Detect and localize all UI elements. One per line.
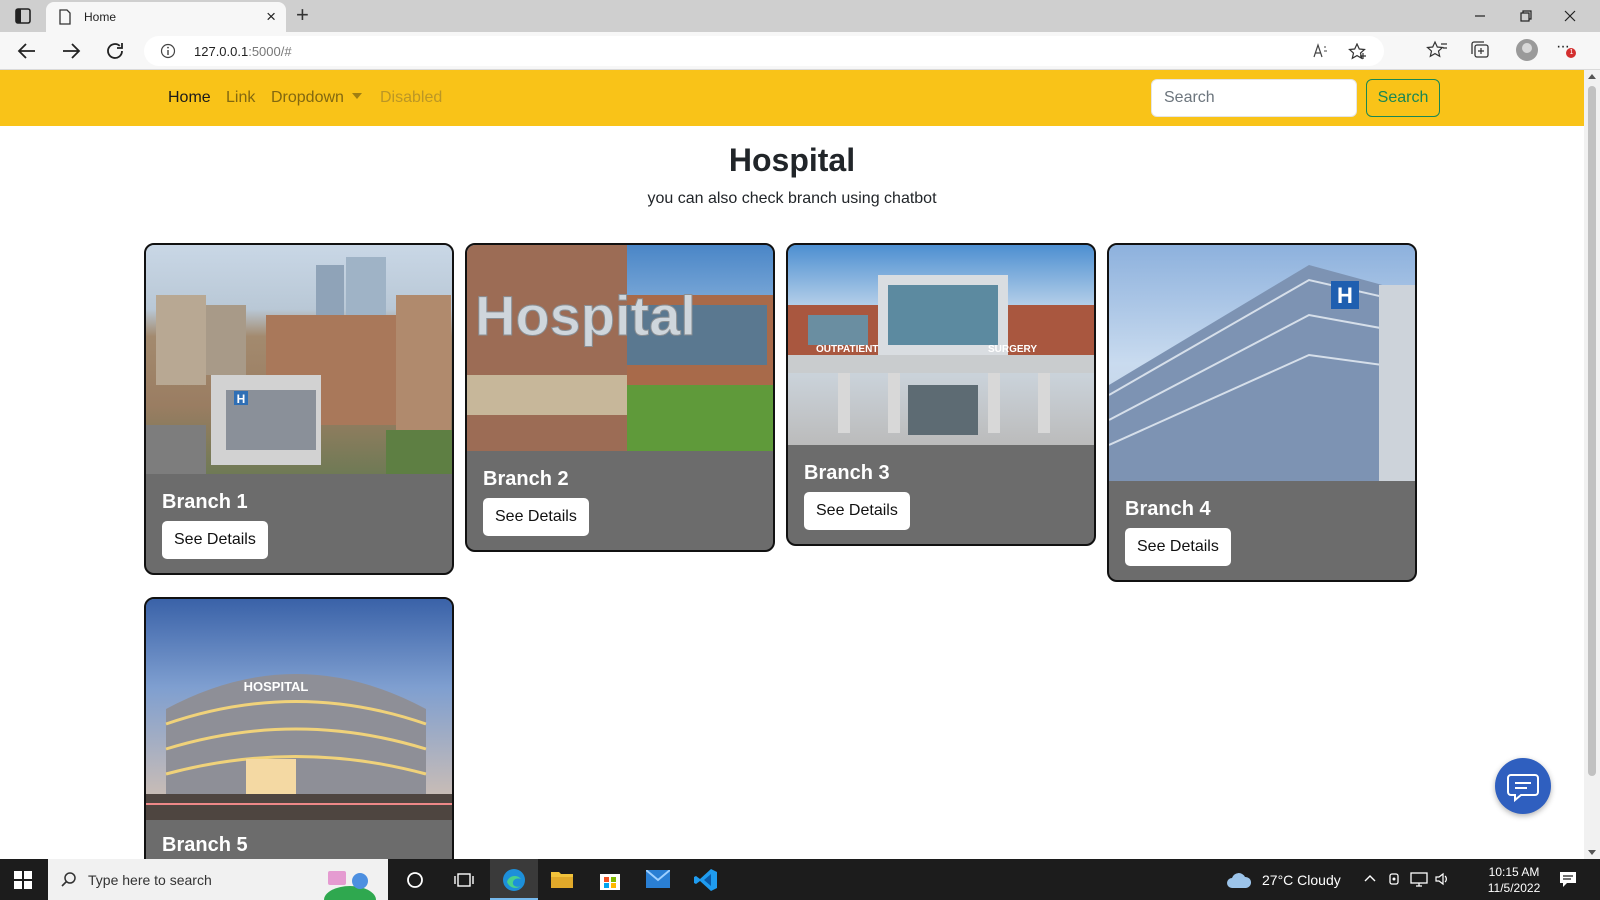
url-text[interactable]: 127.0.0.1:5000/# — [194, 44, 292, 59]
restore-icon[interactable] — [1520, 10, 1532, 22]
nav-dropdown-label: Dropdown — [271, 89, 344, 106]
browser-tab-strip: Home × + — [0, 0, 1600, 32]
site-navbar: Home Link Dropdown Disabled Search — [0, 70, 1584, 126]
branch-4-sign: H — [1337, 283, 1353, 308]
branch-4-details-button[interactable]: See Details — [1125, 528, 1231, 566]
chatbot-button[interactable] — [1495, 758, 1551, 814]
branch-1-details-button[interactable]: See Details — [162, 521, 268, 559]
branch-card-5: HOSPITAL Branch 5 — [144, 597, 454, 859]
branch-5-title: Branch 5 — [162, 834, 248, 856]
branch-3-details-button[interactable]: See Details — [804, 492, 910, 530]
page-scrollbar[interactable] — [1584, 70, 1600, 859]
taskbar-store[interactable] — [586, 859, 634, 900]
minimize-icon[interactable] — [1474, 10, 1486, 22]
meet-icon[interactable] — [1388, 871, 1402, 887]
chevron-up-icon[interactable] — [1364, 874, 1376, 882]
chat-icon — [1507, 774, 1539, 803]
browser-tab[interactable]: Home × — [46, 2, 286, 32]
forward-icon[interactable] — [60, 40, 82, 62]
refresh-icon[interactable] — [104, 40, 126, 62]
branch-2-details-button[interactable]: See Details — [483, 498, 589, 536]
branch-3-photo: OUTPATIENT SURGERY — [788, 245, 1094, 445]
branch-3-sign-right: SURGERY — [988, 344, 1037, 355]
mail-icon — [646, 870, 670, 888]
search-button[interactable]: Search — [1366, 79, 1440, 117]
taskbar-clock[interactable]: 10:15 AM 11/5/2022 — [1484, 864, 1544, 896]
weather-cloud-icon[interactable] — [1226, 871, 1252, 889]
read-aloud-icon[interactable] — [1312, 43, 1330, 59]
windows-taskbar: Type here to search 27°C Cloudy 10:15 AM… — [0, 859, 1600, 900]
page-subtitle: you can also check branch using chatbot — [647, 190, 937, 207]
windows-start-icon[interactable] — [14, 871, 32, 889]
branch-2-title: Branch 2 — [483, 468, 569, 490]
branch-3-title: Branch 3 — [804, 462, 890, 484]
tab-close-icon[interactable]: × — [266, 8, 276, 25]
more-icon[interactable]: ··· 1 — [1556, 38, 1576, 58]
search-highlight-icon — [324, 871, 376, 900]
taskbar-vscode[interactable] — [682, 859, 730, 900]
notifications-icon[interactable] — [1558, 870, 1578, 888]
back-icon[interactable] — [16, 40, 38, 62]
address-bar[interactable]: 127.0.0.1:5000/# — [144, 36, 1384, 66]
branch-card-2: Hospital Branch 2 See Details — [465, 243, 775, 552]
page-viewport: Home Link Dropdown Disabled Search Hospi… — [0, 70, 1584, 859]
favorites-icon[interactable] — [1426, 40, 1448, 60]
close-window-icon[interactable] — [1564, 10, 1576, 22]
taskbar-search[interactable]: Type here to search — [48, 859, 388, 900]
branch-4-photo: H — [1109, 245, 1415, 481]
branch-3-sign-left: OUTPATIENT — [816, 344, 878, 355]
taskbar-file-explorer[interactable] — [538, 859, 586, 900]
branch-card-3: OUTPATIENT SURGERY Branch 3 See Details — [786, 243, 1096, 546]
clock-date: 11/5/2022 — [1487, 881, 1541, 895]
taskbar-mail[interactable] — [634, 859, 682, 900]
vscode-icon — [694, 869, 717, 891]
network-icon[interactable] — [1410, 871, 1428, 887]
branch-2-sign: Hospital — [475, 284, 696, 347]
info-icon[interactable] — [160, 43, 176, 59]
clock-time: 10:15 AM — [1488, 865, 1540, 879]
volume-icon[interactable] — [1434, 871, 1450, 887]
file-explorer-icon — [551, 872, 573, 888]
nav-link[interactable]: Link — [226, 89, 255, 107]
taskbar-search-placeholder: Type here to search — [88, 872, 212, 888]
edge-icon — [503, 869, 525, 891]
url-host: 127.0.0.1 — [194, 44, 249, 59]
search-input[interactable] — [1151, 79, 1357, 117]
store-icon — [600, 874, 620, 890]
branch-4-title: Branch 4 — [1125, 498, 1211, 520]
cortana-icon[interactable] — [406, 871, 424, 889]
page-title: Hospital — [728, 142, 856, 178]
scroll-up-icon[interactable] — [1588, 74, 1596, 79]
profile-icon[interactable] — [1516, 39, 1538, 61]
tab-title: Home — [84, 10, 117, 24]
branch-card-4: H Branch 4 See Details — [1107, 243, 1417, 582]
add-favorite-icon[interactable] — [1348, 43, 1368, 61]
scrollbar-thumb[interactable] — [1588, 86, 1596, 776]
branch-1-title: Branch 1 — [162, 491, 248, 513]
tab-actions-icon[interactable] — [14, 7, 32, 25]
weather-text[interactable]: 27°C Cloudy — [1262, 872, 1341, 888]
new-tab-button[interactable]: + — [296, 4, 309, 26]
branch-1-sign: H — [237, 392, 246, 406]
nav-dropdown[interactable]: Dropdown — [271, 89, 362, 107]
browser-toolbar: 127.0.0.1:5000/# ··· 1 — [0, 32, 1600, 70]
branch-5-photo: HOSPITAL — [146, 599, 452, 820]
chevron-down-icon — [351, 93, 362, 99]
scroll-down-icon[interactable] — [1588, 850, 1596, 855]
taskbar-edge[interactable] — [490, 859, 538, 900]
collections-icon[interactable] — [1470, 40, 1490, 60]
nav-home[interactable]: Home — [168, 89, 211, 107]
branch-2-photo: Hospital — [467, 245, 773, 451]
branch-card-1: H Branch 1 See Details — [144, 243, 454, 575]
task-view-icon[interactable] — [454, 871, 474, 889]
page-icon — [59, 9, 71, 25]
branch-1-photo: H — [146, 245, 452, 474]
branch-5-sign: HOSPITAL — [244, 679, 309, 694]
nav-disabled: Disabled — [380, 89, 443, 106]
notification-badge: 1 — [1566, 48, 1576, 58]
search-icon — [61, 872, 76, 887]
url-path: :5000/# — [248, 44, 292, 59]
